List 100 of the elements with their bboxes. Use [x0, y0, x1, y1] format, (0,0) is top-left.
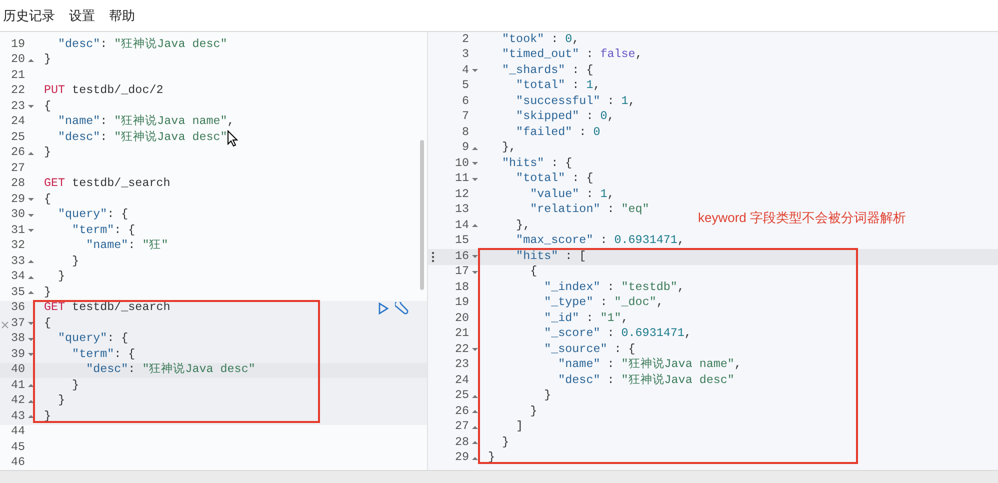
line-number: 21: [10, 70, 25, 82]
line-number: 13: [454, 204, 469, 216]
code-line: "desc": "狂神说Java desc": [57, 132, 228, 144]
code-line: "name" : "狂神说Java name",: [557, 359, 742, 372]
code-line: }: [529, 406, 538, 418]
fold-icon[interactable]: [28, 352, 34, 358]
line-number: 26: [454, 406, 469, 418]
line-number: 39: [10, 348, 25, 361]
fold-icon[interactable]: [472, 68, 478, 74]
line-number: 16: [454, 250, 469, 263]
fold-icon[interactable]: [472, 176, 478, 182]
code-line: "_source" : {: [543, 344, 636, 356]
line-number: 25: [454, 390, 469, 402]
code-line: {: [44, 194, 52, 206]
code-line: "successful" : 1,: [515, 96, 636, 108]
code-line: {: [44, 318, 52, 330]
line-number: 4: [462, 64, 469, 77]
fold-icon[interactable]: [28, 197, 34, 202]
unfold-icon[interactable]: [28, 274, 34, 280]
line-number: 17: [454, 266, 469, 278]
close-icon[interactable]: [1, 321, 9, 329]
code-line: "_id" : "1",: [543, 312, 628, 325]
fold-icon[interactable]: [472, 347, 478, 352]
code-line: "desc": "狂神说Java desc": [57, 38, 228, 51]
unfold-icon[interactable]: [472, 394, 478, 399]
line-number: 15: [454, 235, 469, 248]
unfold-icon[interactable]: [28, 58, 34, 63]
code-line: "_score" : 0.6931471,: [543, 328, 692, 340]
unfold-icon[interactable]: [472, 456, 478, 461]
code-line: }: [57, 271, 66, 284]
unfold-icon[interactable]: [472, 409, 478, 414]
code-line: "skipped" : 0,: [515, 111, 614, 124]
unfold-icon[interactable]: [472, 424, 478, 430]
menu-item[interactable]: 帮助: [109, 6, 135, 26]
code-line: "term": {: [71, 348, 136, 361]
fold-icon[interactable]: [472, 254, 478, 260]
line-number: 2: [462, 34, 469, 46]
code-line: "took" : 0,: [501, 34, 580, 46]
line-number: 7: [462, 111, 469, 124]
code-line: "name": "狂": [85, 240, 168, 252]
unfold-icon[interactable]: [472, 223, 478, 228]
line-number: 35: [10, 286, 25, 299]
code-line: "timed_out" : false,: [501, 49, 642, 62]
unfold-icon[interactable]: [28, 398, 34, 404]
fold-icon[interactable]: [28, 228, 34, 234]
line-number: 6: [462, 96, 469, 108]
annotation-text: keyword 字段类型不会被分词器解析: [698, 209, 906, 227]
unfold-icon[interactable]: [28, 383, 34, 388]
unfold-icon[interactable]: [28, 290, 34, 296]
code-line: }: [57, 395, 66, 408]
scrollbar-thumb[interactable]: [420, 140, 424, 290]
horizontal-scrollbar[interactable]: [0, 470, 998, 483]
line-number: 24: [10, 116, 25, 128]
line-number: 29: [10, 194, 25, 206]
unfold-icon[interactable]: [472, 146, 478, 151]
code-line: "relation" : "eq": [529, 204, 650, 216]
menu-item[interactable]: 历史记录: [3, 6, 55, 26]
fold-icon[interactable]: [472, 270, 478, 275]
line-number: 25: [10, 132, 25, 144]
fold-icon[interactable]: [28, 104, 34, 110]
menu-item[interactable]: 设置: [69, 6, 95, 26]
line-number: 12: [454, 188, 469, 201]
fold-icon[interactable]: [28, 336, 34, 342]
line-number: 21: [454, 328, 469, 340]
code-line: "_index" : "testdb",: [543, 282, 684, 294]
line-number: 29: [454, 452, 469, 464]
fold-icon[interactable]: [472, 161, 478, 166]
unfold-icon[interactable]: [28, 150, 34, 156]
line-number: 33: [10, 256, 25, 268]
line-number: 45: [10, 442, 25, 454]
fold-icon[interactable]: [28, 321, 34, 326]
line-number: 11: [454, 173, 469, 186]
line-number: 28: [10, 178, 25, 190]
line-number: 9: [462, 142, 469, 154]
unfold-icon[interactable]: [472, 440, 478, 446]
fold-icon[interactable]: [28, 212, 34, 218]
line-number: 40: [10, 364, 25, 376]
code-line: {: [529, 266, 538, 278]
line-number: 19: [454, 297, 469, 310]
code-line: "max_score" : 0.6931471,: [515, 235, 684, 248]
line-number: 44: [10, 426, 25, 438]
line-number: 5: [462, 80, 469, 92]
code-line: }: [71, 256, 80, 268]
unfold-icon[interactable]: [28, 259, 34, 264]
code-line: "hits" : {: [501, 158, 572, 170]
code-line: "hits" : [: [515, 250, 586, 263]
line-number: 36: [10, 302, 25, 314]
line-number: 32: [10, 240, 25, 252]
mouse-pointer-icon: [227, 130, 238, 147]
code-line: }: [71, 380, 80, 392]
run-icon[interactable]: [378, 302, 389, 315]
line-number: 22: [454, 344, 469, 356]
code-line: },: [501, 142, 516, 154]
code-line: "name": "狂神说Java name",: [57, 116, 234, 128]
code-line: "_type" : "_doc",: [543, 297, 664, 310]
code-line: "total" : {: [515, 173, 594, 186]
code-line: ]: [515, 421, 524, 434]
code-line: }: [501, 436, 510, 449]
unfold-icon[interactable]: [28, 414, 34, 420]
code-line: "desc" : "狂神说Java desc": [557, 374, 734, 387]
